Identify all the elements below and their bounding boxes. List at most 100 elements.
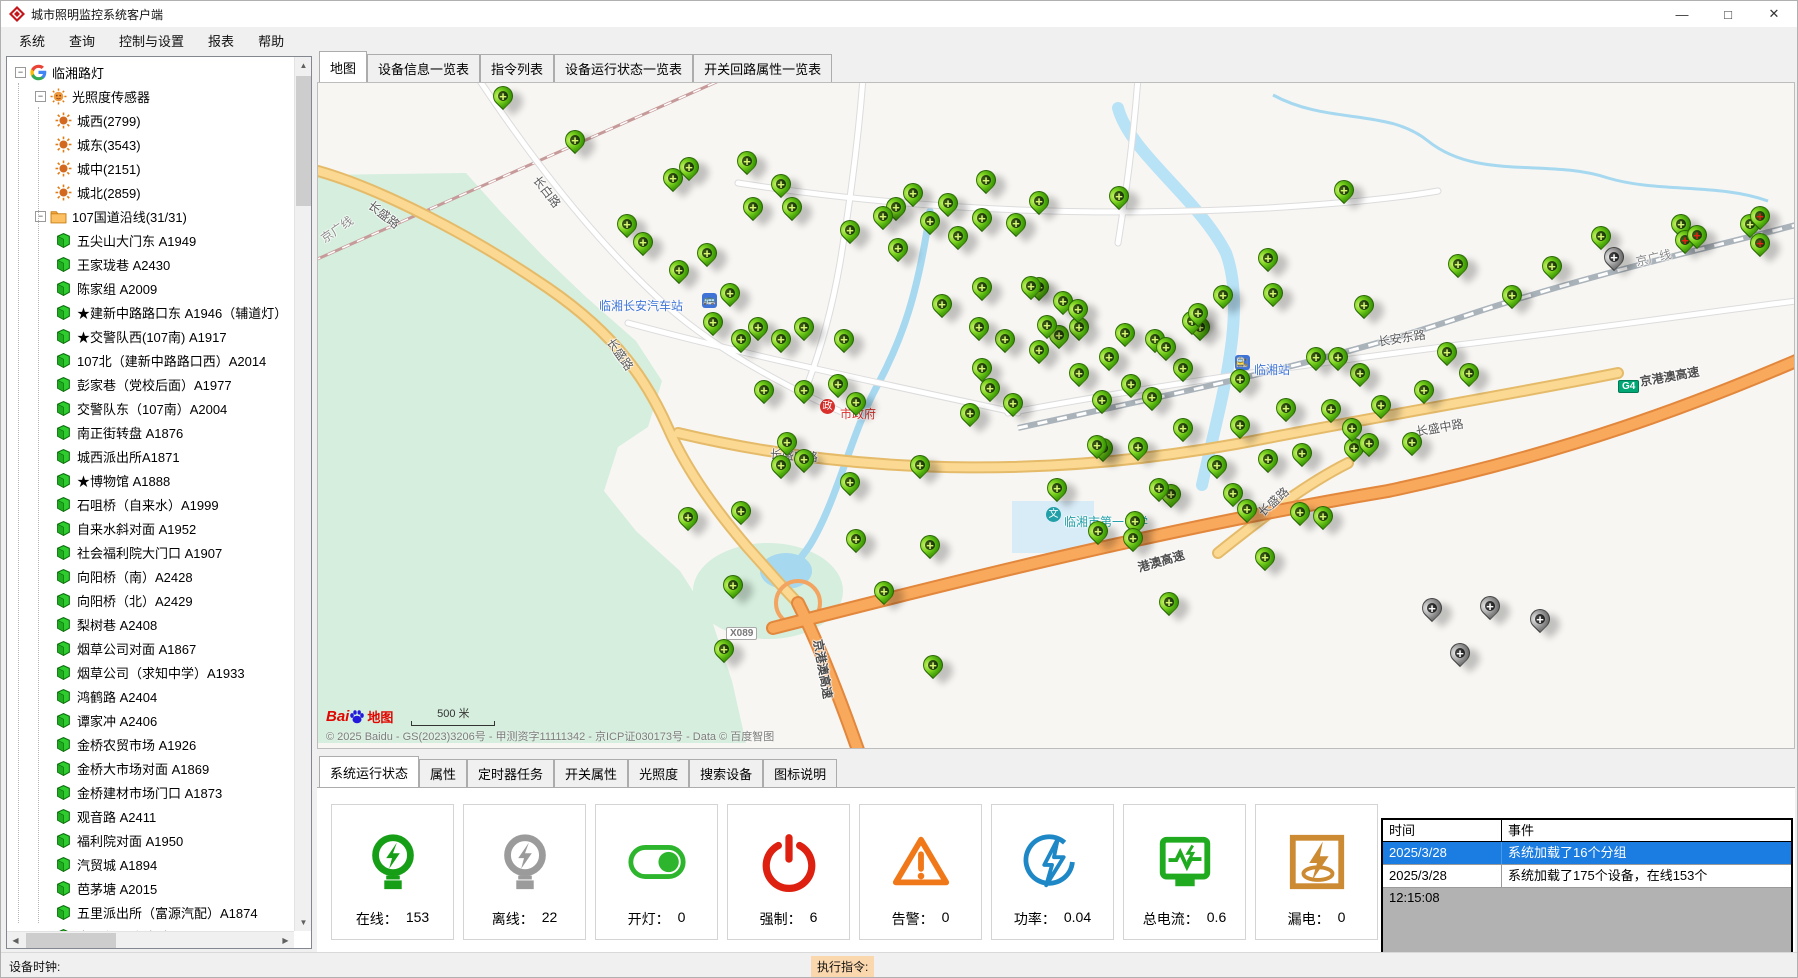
tree-sensor-3[interactable]: 城中(2151): [9, 156, 294, 180]
tree-device-7[interactable]: 彭家巷（党校后面）A1977: [9, 372, 294, 396]
hscroll-thumb[interactable]: [26, 933, 116, 948]
map-attribution: © 2025 Baidu - GS(2023)3206号 - 甲测资字11111…: [326, 728, 774, 744]
tree-device-30[interactable]: 中石化加油站对面 A1897: [9, 924, 294, 931]
tree-device-29[interactable]: 五里派出所（富源汽配）A1874: [9, 900, 294, 924]
tree-device-5[interactable]: ★交警队西(107南) A1917: [9, 324, 294, 348]
bottom-tab-6[interactable]: 搜索设备: [689, 759, 763, 788]
tree-device-14[interactable]: 社会福利院大门口 A1907: [9, 540, 294, 564]
tree-group-road107[interactable]: −107国道沿线(31/31): [9, 204, 294, 228]
toggle-icon: [626, 831, 688, 893]
tree-device-25[interactable]: 观音路 A2411: [9, 804, 294, 828]
bottom-tab-4[interactable]: 开关属性: [554, 759, 628, 788]
tree-label: 芭茅塘 A2015: [77, 879, 157, 898]
menu-item-3[interactable]: 控制与设置: [107, 27, 196, 54]
tree-device-11[interactable]: ★博物馆 A1888: [9, 468, 294, 492]
tree-device-3[interactable]: 陈家组 A2009: [9, 276, 294, 300]
tree-horizontal-scrollbar[interactable]: ◀ ▶: [7, 931, 294, 948]
tree-label: 梨树巷 A2408: [77, 615, 157, 634]
tree-device-26[interactable]: 福利院对面 A1950: [9, 828, 294, 852]
bottom-tab-2[interactable]: 属性: [419, 759, 467, 788]
tree-label: 金桥大市场对面 A1869: [77, 759, 209, 778]
device-icon: [55, 472, 72, 489]
tree-device-15[interactable]: 向阳桥（南）A2428: [9, 564, 294, 588]
tree-device-28[interactable]: 芭茅塘 A2015: [9, 876, 294, 900]
map-tab-3[interactable]: 指令列表: [480, 54, 554, 83]
menu-item-5[interactable]: 帮助: [246, 27, 296, 54]
menu-item-4[interactable]: 报表: [196, 27, 246, 54]
menu-item-1[interactable]: 系统: [7, 27, 57, 54]
device-icon: [55, 880, 72, 897]
tree-device-18[interactable]: 烟草公司对面 A1867: [9, 636, 294, 660]
scroll-up-icon[interactable]: ▲: [295, 57, 312, 74]
tree-device-27[interactable]: 汽贸城 A1894: [9, 852, 294, 876]
tree-device-9[interactable]: 南正街转盘 A1876: [9, 420, 294, 444]
tree-device-10[interactable]: 城西派出所A1871: [9, 444, 294, 468]
tree-sensor-1[interactable]: 城西(2799): [9, 108, 294, 132]
tree-device-12[interactable]: 石咀桥（自来水）A1999: [9, 492, 294, 516]
tree-expander-icon[interactable]: −: [15, 67, 26, 78]
tree-device-21[interactable]: 谭家冲 A2406: [9, 708, 294, 732]
map-tab-5[interactable]: 开关回路属性一览表: [693, 54, 832, 83]
tree-device-20[interactable]: 鸿鹤路 A2404: [9, 684, 294, 708]
close-button[interactable]: ✕: [1751, 1, 1797, 27]
device-icon: [55, 592, 72, 609]
tree-sensor-2[interactable]: 城东(3543): [9, 132, 294, 156]
tree-sensor-4[interactable]: 城北(2859): [9, 180, 294, 204]
device-icon: [55, 280, 72, 297]
map-tab-4[interactable]: 设备运行状态一览表: [554, 54, 693, 83]
tree-vertical-scrollbar[interactable]: ▲ ▼: [294, 57, 311, 931]
tree-device-6[interactable]: 107北（建新中路路口西）A2014: [9, 348, 294, 372]
bottom-tab-3[interactable]: 定时器任务: [467, 759, 554, 788]
tree-device-16[interactable]: 向阳桥（北）A2429: [9, 588, 294, 612]
vscroll-thumb[interactable]: [296, 76, 311, 206]
scroll-down-icon[interactable]: ▼: [295, 914, 312, 931]
event-row-1[interactable]: 2025/3/28 12:15:08系统加载了16个分组: [1383, 842, 1791, 865]
tree-expander-icon[interactable]: −: [35, 91, 46, 102]
tree-device-22[interactable]: 金桥农贸市场 A1926: [9, 732, 294, 756]
device-icon: [55, 904, 72, 921]
tree-label: 南正街转盘 A1876: [77, 423, 183, 442]
tree-expander-icon[interactable]: −: [35, 211, 46, 222]
status-card-8: 漏电：0: [1255, 804, 1378, 940]
scroll-right-icon[interactable]: ▶: [277, 932, 294, 949]
scroll-left-icon[interactable]: ◀: [7, 932, 24, 949]
status-card-6: 功率：0.04: [991, 804, 1114, 940]
tree-label: 交警队东（107南）A2004: [77, 399, 227, 418]
tree-device-23[interactable]: 金桥大市场对面 A1869: [9, 756, 294, 780]
tree-device-24[interactable]: 金桥建材市场门口 A1873: [9, 780, 294, 804]
maximize-button[interactable]: □: [1705, 1, 1751, 27]
tree-root[interactable]: −临湘路灯: [9, 60, 294, 84]
tree-label: 五里派出所（富源汽配）A1874: [77, 903, 258, 922]
tree-device-8[interactable]: 交警队东（107南）A2004: [9, 396, 294, 420]
device-icon: [55, 352, 72, 369]
tree-device-2[interactable]: 王家珑巷 A2430: [9, 252, 294, 276]
app-window: 城市照明监控系统客户端 — □ ✕ 系统查询控制与设置报表帮助 −临湘路灯−光照…: [0, 0, 1798, 978]
bottom-tab-strip: 系统运行状态属性定时器任务开关属性光照度搜索设备图标说明: [317, 759, 1795, 787]
map[interactable]: ++++++++++++++++++++++++++++++++++++++++…: [317, 82, 1795, 749]
tree-device-19[interactable]: 烟草公司（求知中学）A1933: [9, 660, 294, 684]
bottom-tab-5[interactable]: 光照度: [628, 759, 689, 788]
tree-label: ★交警队西(107南) A1917: [77, 327, 227, 346]
tree-device-4[interactable]: ★建新中路路口东 A1946（辅道灯）: [9, 300, 294, 324]
tree-label: 城东(3543): [77, 135, 141, 154]
minimize-button[interactable]: —: [1659, 1, 1705, 27]
status-card-1: 在线：153: [331, 804, 454, 940]
tree-device-17[interactable]: 梨树巷 A2408: [9, 612, 294, 636]
device-icon: [55, 712, 72, 729]
event-row-2[interactable]: 2025/3/28 12:15:08系统加载了175个设备，在线153个: [1383, 865, 1791, 888]
device-icon: [55, 424, 72, 441]
device-icon: [55, 808, 72, 825]
tree-label: 社会福利院大门口 A1907: [77, 543, 222, 562]
tree-label: 金桥建材市场门口 A1873: [77, 783, 222, 802]
bottom-tab-7[interactable]: 图标说明: [763, 759, 837, 788]
tree-device-13[interactable]: 自来水斜对面 A1952: [9, 516, 294, 540]
tree-label: 石咀桥（自来水）A1999: [77, 495, 219, 514]
bottom-tab-1[interactable]: 系统运行状态: [319, 756, 419, 787]
tree-label: ★博物馆 A1888: [77, 471, 170, 490]
tree-group-sensors[interactable]: −光照度传感器: [9, 84, 294, 108]
tree-device-1[interactable]: 五尖山大门东 A1949: [9, 228, 294, 252]
map-tab-1[interactable]: 地图: [319, 51, 367, 82]
map-tab-2[interactable]: 设备信息一览表: [367, 54, 480, 83]
menu-item-2[interactable]: 查询: [57, 27, 107, 54]
device-icon: [55, 688, 72, 705]
